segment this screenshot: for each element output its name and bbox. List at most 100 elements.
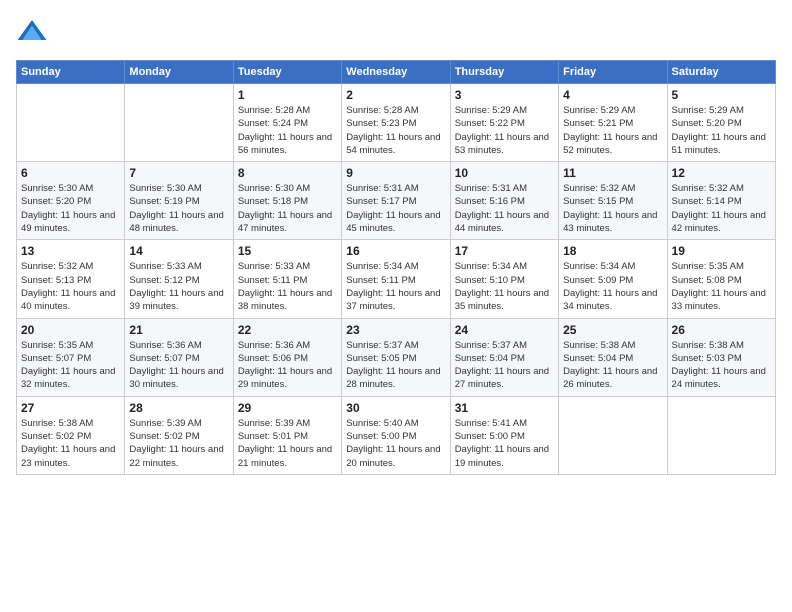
calendar-day-cell: 26 Sunrise: 5:38 AM Sunset: 5:03 PM Dayli… <box>667 318 775 396</box>
day-number: 25 <box>563 323 662 337</box>
day-info: Sunrise: 5:38 AM Sunset: 5:02 PM Dayligh… <box>21 417 120 470</box>
day-info: Sunrise: 5:35 AM Sunset: 5:07 PM Dayligh… <box>21 339 120 392</box>
day-info: Sunrise: 5:38 AM Sunset: 5:04 PM Dayligh… <box>563 339 662 392</box>
calendar-day-cell: 15 Sunrise: 5:33 AM Sunset: 5:11 PM Dayli… <box>233 240 341 318</box>
day-number: 28 <box>129 401 228 415</box>
day-info: Sunrise: 5:40 AM Sunset: 5:00 PM Dayligh… <box>346 417 445 470</box>
day-info: Sunrise: 5:30 AM Sunset: 5:19 PM Dayligh… <box>129 182 228 235</box>
day-info: Sunrise: 5:28 AM Sunset: 5:23 PM Dayligh… <box>346 104 445 157</box>
calendar-day-cell: 25 Sunrise: 5:38 AM Sunset: 5:04 PM Dayli… <box>559 318 667 396</box>
day-number: 26 <box>672 323 771 337</box>
day-number: 24 <box>455 323 554 337</box>
day-number: 2 <box>346 88 445 102</box>
day-number: 8 <box>238 166 337 180</box>
calendar-day-cell: 2 Sunrise: 5:28 AM Sunset: 5:23 PM Daylig… <box>342 84 450 162</box>
calendar-week-row: 13 Sunrise: 5:32 AM Sunset: 5:13 PM Dayli… <box>17 240 776 318</box>
day-info: Sunrise: 5:28 AM Sunset: 5:24 PM Dayligh… <box>238 104 337 157</box>
calendar-week-row: 6 Sunrise: 5:30 AM Sunset: 5:20 PM Daylig… <box>17 162 776 240</box>
day-number: 20 <box>21 323 120 337</box>
day-number: 30 <box>346 401 445 415</box>
day-number: 1 <box>238 88 337 102</box>
calendar-day-cell: 14 Sunrise: 5:33 AM Sunset: 5:12 PM Dayli… <box>125 240 233 318</box>
day-info: Sunrise: 5:31 AM Sunset: 5:17 PM Dayligh… <box>346 182 445 235</box>
day-of-week-header: Thursday <box>450 61 558 84</box>
day-info: Sunrise: 5:31 AM Sunset: 5:16 PM Dayligh… <box>455 182 554 235</box>
day-of-week-header: Monday <box>125 61 233 84</box>
calendar-day-cell: 28 Sunrise: 5:39 AM Sunset: 5:02 PM Dayli… <box>125 396 233 474</box>
day-number: 6 <box>21 166 120 180</box>
day-info: Sunrise: 5:34 AM Sunset: 5:09 PM Dayligh… <box>563 260 662 313</box>
day-info: Sunrise: 5:29 AM Sunset: 5:22 PM Dayligh… <box>455 104 554 157</box>
calendar-header-row: SundayMondayTuesdayWednesdayThursdayFrid… <box>17 61 776 84</box>
calendar-day-cell: 20 Sunrise: 5:35 AM Sunset: 5:07 PM Dayli… <box>17 318 125 396</box>
day-info: Sunrise: 5:29 AM Sunset: 5:21 PM Dayligh… <box>563 104 662 157</box>
calendar-day-cell: 27 Sunrise: 5:38 AM Sunset: 5:02 PM Dayli… <box>17 396 125 474</box>
calendar-day-cell: 7Sunrise: 5:30 AM Sunset: 5:19 PM Daylig… <box>125 162 233 240</box>
day-info: Sunrise: 5:32 AM Sunset: 5:13 PM Dayligh… <box>21 260 120 313</box>
page-header <box>16 16 776 48</box>
day-number: 27 <box>21 401 120 415</box>
logo <box>16 16 52 48</box>
day-info: Sunrise: 5:39 AM Sunset: 5:02 PM Dayligh… <box>129 417 228 470</box>
calendar-day-cell: 16Sunrise: 5:34 AM Sunset: 5:11 PM Dayli… <box>342 240 450 318</box>
day-info: Sunrise: 5:38 AM Sunset: 5:03 PM Dayligh… <box>672 339 771 392</box>
day-number: 15 <box>238 244 337 258</box>
calendar-week-row: 20 Sunrise: 5:35 AM Sunset: 5:07 PM Dayli… <box>17 318 776 396</box>
day-number: 5 <box>672 88 771 102</box>
calendar-day-cell: 29 Sunrise: 5:39 AM Sunset: 5:01 PM Dayli… <box>233 396 341 474</box>
day-info: Sunrise: 5:33 AM Sunset: 5:12 PM Dayligh… <box>129 260 228 313</box>
calendar-day-cell: 8 Sunrise: 5:30 AM Sunset: 5:18 PM Daylig… <box>233 162 341 240</box>
day-number: 4 <box>563 88 662 102</box>
calendar-day-cell: 22 Sunrise: 5:36 AM Sunset: 5:06 PM Dayli… <box>233 318 341 396</box>
day-info: Sunrise: 5:36 AM Sunset: 5:06 PM Dayligh… <box>238 339 337 392</box>
day-number: 12 <box>672 166 771 180</box>
calendar-day-cell: 31 Sunrise: 5:41 AM Sunset: 5:00 PM Dayli… <box>450 396 558 474</box>
calendar-empty-cell <box>125 84 233 162</box>
day-info: Sunrise: 5:34 AM Sunset: 5:10 PM Dayligh… <box>455 260 554 313</box>
calendar-day-cell: 13 Sunrise: 5:32 AM Sunset: 5:13 PM Dayli… <box>17 240 125 318</box>
day-info: Sunrise: 5:37 AM Sunset: 5:05 PM Dayligh… <box>346 339 445 392</box>
day-number: 31 <box>455 401 554 415</box>
calendar-day-cell: 3 Sunrise: 5:29 AM Sunset: 5:22 PM Daylig… <box>450 84 558 162</box>
day-number: 14 <box>129 244 228 258</box>
day-of-week-header: Friday <box>559 61 667 84</box>
day-number: 17 <box>455 244 554 258</box>
calendar-day-cell: 6 Sunrise: 5:30 AM Sunset: 5:20 PM Daylig… <box>17 162 125 240</box>
day-number: 19 <box>672 244 771 258</box>
calendar-empty-cell <box>667 396 775 474</box>
calendar-week-row: 27 Sunrise: 5:38 AM Sunset: 5:02 PM Dayli… <box>17 396 776 474</box>
day-number: 22 <box>238 323 337 337</box>
day-number: 11 <box>563 166 662 180</box>
logo-icon <box>16 16 48 48</box>
day-info: Sunrise: 5:36 AM Sunset: 5:07 PM Dayligh… <box>129 339 228 392</box>
day-number: 21 <box>129 323 228 337</box>
day-info: Sunrise: 5:35 AM Sunset: 5:08 PM Dayligh… <box>672 260 771 313</box>
day-info: Sunrise: 5:41 AM Sunset: 5:00 PM Dayligh… <box>455 417 554 470</box>
calendar-table: SundayMondayTuesdayWednesdayThursdayFrid… <box>16 60 776 475</box>
day-number: 9 <box>346 166 445 180</box>
day-info: Sunrise: 5:39 AM Sunset: 5:01 PM Dayligh… <box>238 417 337 470</box>
day-number: 16 <box>346 244 445 258</box>
day-info: Sunrise: 5:32 AM Sunset: 5:15 PM Dayligh… <box>563 182 662 235</box>
calendar-day-cell: 1 Sunrise: 5:28 AM Sunset: 5:24 PM Daylig… <box>233 84 341 162</box>
day-of-week-header: Tuesday <box>233 61 341 84</box>
calendar-day-cell: 21 Sunrise: 5:36 AM Sunset: 5:07 PM Dayli… <box>125 318 233 396</box>
day-info: Sunrise: 5:32 AM Sunset: 5:14 PM Dayligh… <box>672 182 771 235</box>
day-of-week-header: Saturday <box>667 61 775 84</box>
calendar-day-cell: 17 Sunrise: 5:34 AM Sunset: 5:10 PM Dayli… <box>450 240 558 318</box>
day-number: 18 <box>563 244 662 258</box>
day-number: 29 <box>238 401 337 415</box>
calendar-day-cell: 24Sunrise: 5:37 AM Sunset: 5:04 PM Dayli… <box>450 318 558 396</box>
day-number: 3 <box>455 88 554 102</box>
day-info: Sunrise: 5:29 AM Sunset: 5:20 PM Dayligh… <box>672 104 771 157</box>
calendar-day-cell: 5 Sunrise: 5:29 AM Sunset: 5:20 PM Daylig… <box>667 84 775 162</box>
calendar-day-cell: 23Sunrise: 5:37 AM Sunset: 5:05 PM Dayli… <box>342 318 450 396</box>
day-info: Sunrise: 5:33 AM Sunset: 5:11 PM Dayligh… <box>238 260 337 313</box>
day-number: 13 <box>21 244 120 258</box>
day-info: Sunrise: 5:30 AM Sunset: 5:18 PM Dayligh… <box>238 182 337 235</box>
day-info: Sunrise: 5:30 AM Sunset: 5:20 PM Dayligh… <box>21 182 120 235</box>
calendar-week-row: 1 Sunrise: 5:28 AM Sunset: 5:24 PM Daylig… <box>17 84 776 162</box>
calendar-day-cell: 11 Sunrise: 5:32 AM Sunset: 5:15 PM Dayli… <box>559 162 667 240</box>
calendar-day-cell: 4 Sunrise: 5:29 AM Sunset: 5:21 PM Daylig… <box>559 84 667 162</box>
calendar-day-cell: 30 Sunrise: 5:40 AM Sunset: 5:00 PM Dayli… <box>342 396 450 474</box>
